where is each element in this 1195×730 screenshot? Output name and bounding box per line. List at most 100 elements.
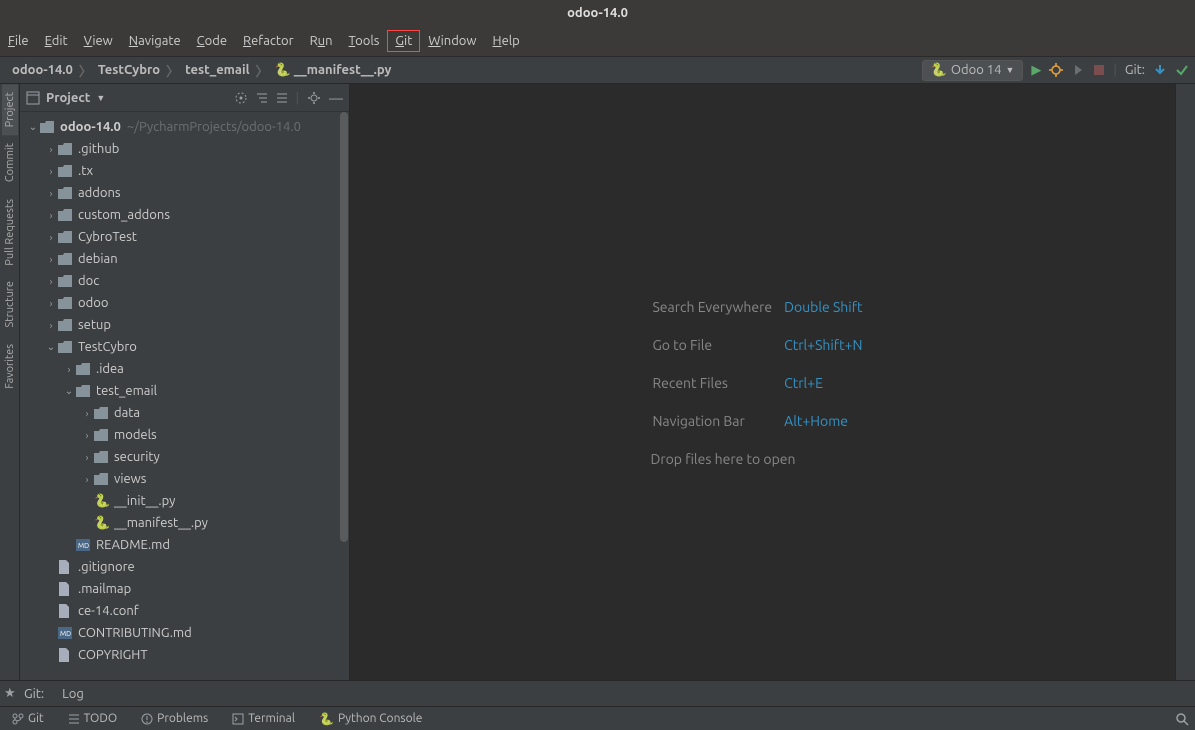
tree-row[interactable]: › custom_addons: [20, 204, 349, 226]
breadcrumb-sep: 〉: [256, 61, 269, 80]
left-tab-favorites[interactable]: Favorites: [2, 336, 18, 397]
tree-row[interactable]: ›addons: [20, 182, 349, 204]
tree-row[interactable]: .gitignore: [20, 556, 349, 578]
git-pull-icon[interactable]: [1153, 63, 1167, 77]
hide-icon[interactable]: —: [329, 90, 343, 106]
tree-label: views: [114, 472, 146, 486]
tree-arrow-icon[interactable]: ›: [44, 144, 58, 155]
expand-all-icon[interactable]: [256, 92, 268, 104]
tree-row[interactable]: ›models: [20, 424, 349, 446]
status-tool-problems[interactable]: Problems: [135, 710, 214, 727]
tree-row[interactable]: MDCONTRIBUTING.md: [20, 622, 349, 644]
tree-row[interactable]: ⌄test_email: [20, 380, 349, 402]
git-tool-label[interactable]: Git:: [24, 687, 44, 701]
tree-row[interactable]: ›data: [20, 402, 349, 424]
breadcrumb-item[interactable]: odoo-14.0: [6, 63, 79, 77]
status-search-icon[interactable]: [1175, 712, 1189, 726]
tree-arrow-icon[interactable]: ›: [44, 298, 58, 309]
locate-icon[interactable]: [234, 91, 248, 105]
tree-row[interactable]: ›debian: [20, 248, 349, 270]
tree-arrow-icon[interactable]: ⌄: [44, 341, 58, 353]
editor-area[interactable]: Search EverywhereDouble ShiftGo to FileC…: [350, 84, 1175, 680]
menu-view[interactable]: View: [76, 30, 121, 52]
tree-arrow-icon[interactable]: ›: [62, 364, 76, 375]
tree-row[interactable]: ›.github: [20, 138, 349, 160]
tree-row[interactable]: ›CybroTest: [20, 226, 349, 248]
menu-navigate[interactable]: Navigate: [121, 30, 189, 52]
status-tool-terminal[interactable]: Terminal: [226, 710, 301, 727]
tree-arrow-icon[interactable]: ›: [44, 188, 58, 199]
status-tool-python-console[interactable]: 🐍Python Console: [313, 710, 428, 728]
left-tab-structure[interactable]: Structure: [2, 273, 18, 336]
tree-arrow-icon[interactable]: ⌄: [26, 121, 40, 133]
status-tool-git[interactable]: Git: [6, 710, 50, 727]
tree-arrow-icon[interactable]: ›: [80, 408, 94, 419]
run-icon[interactable]: ▶: [1031, 63, 1041, 78]
stop-icon[interactable]: [1093, 64, 1105, 76]
folder-icon: [94, 451, 110, 463]
tree-arrow-icon[interactable]: ›: [44, 254, 58, 265]
tree-row[interactable]: ›doc: [20, 270, 349, 292]
tree-row[interactable]: MDREADME.md: [20, 534, 349, 556]
terminal-icon: [232, 713, 244, 725]
welcome-shortcut: Alt+Home: [784, 403, 872, 439]
tree-row[interactable]: 🐍__init__.py: [20, 490, 349, 512]
tree-arrow-icon[interactable]: ›: [44, 232, 58, 243]
welcome-row: Search EverywhereDouble Shift: [652, 289, 872, 325]
tree-row[interactable]: ›.tx: [20, 160, 349, 182]
tree-row[interactable]: ›odoo: [20, 292, 349, 314]
tree-arrow-icon[interactable]: ›: [44, 166, 58, 177]
breadcrumbs[interactable]: odoo-14.0〉TestCybro〉test_email〉🐍 __manif…: [6, 61, 397, 80]
project-tree[interactable]: ⌄odoo-14.0~/PycharmProjects/odoo-14.0›.g…: [20, 112, 349, 680]
tree-scroll-thumb[interactable]: [340, 112, 348, 542]
menu-refactor[interactable]: Refactor: [235, 30, 302, 52]
file-icon: [58, 604, 74, 618]
menu-code[interactable]: Code: [189, 30, 235, 52]
menu-window[interactable]: Window: [420, 30, 484, 52]
menu-run[interactable]: Run: [302, 30, 341, 52]
left-tab-pull-requests[interactable]: Pull Requests: [2, 191, 18, 274]
status-tool-todo[interactable]: TODO: [62, 710, 124, 727]
tree-row[interactable]: › views: [20, 468, 349, 490]
menu-file[interactable]: File: [0, 30, 37, 52]
collapse-all-icon[interactable]: [276, 92, 288, 104]
tree-row[interactable]: ⌄odoo-14.0~/PycharmProjects/odoo-14.0: [20, 116, 349, 138]
tree-row[interactable]: ›setup: [20, 314, 349, 336]
tree-arrow-icon[interactable]: ›: [44, 276, 58, 287]
menu-edit[interactable]: Edit: [37, 30, 76, 52]
project-panel-title[interactable]: Project ▼: [26, 91, 105, 105]
left-tab-project[interactable]: Project: [2, 84, 18, 135]
run-config-selector[interactable]: 🐍 Odoo 14 ▼: [922, 60, 1024, 81]
tree-row[interactable]: ce-14.conf: [20, 600, 349, 622]
breadcrumb-item[interactable]: 🐍 __manifest__.py: [269, 63, 398, 78]
git-log-tab[interactable]: Log: [62, 687, 84, 701]
menubar: FileEditViewNavigateCodeRefactorRunTools…: [0, 26, 1195, 56]
tree-row[interactable]: ›.idea: [20, 358, 349, 380]
tree-arrow-icon[interactable]: ›: [44, 320, 58, 331]
tree-label: custom_addons: [78, 208, 170, 222]
tree-row[interactable]: COPYRIGHT: [20, 644, 349, 666]
debug-icon[interactable]: [1049, 63, 1063, 77]
tree-row[interactable]: ›security: [20, 446, 349, 468]
gear-icon[interactable]: [307, 91, 321, 105]
tree-arrow-icon[interactable]: ⌄: [62, 385, 76, 397]
tree-row[interactable]: 🐍__manifest__.py: [20, 512, 349, 534]
run-config-label: Odoo 14: [951, 63, 1002, 77]
tree-arrow-icon[interactable]: ›: [80, 452, 94, 463]
menu-git[interactable]: Git: [387, 30, 420, 52]
tree-arrow-icon[interactable]: ›: [44, 210, 58, 221]
menu-help[interactable]: Help: [485, 30, 528, 52]
git-commit-icon[interactable]: [1175, 63, 1189, 77]
run-coverage-icon[interactable]: [1071, 63, 1085, 77]
breadcrumb-item[interactable]: test_email: [179, 63, 255, 77]
tree-arrow-icon[interactable]: ›: [80, 474, 94, 485]
left-tab-commit[interactable]: Commit: [2, 135, 18, 190]
star-icon[interactable]: ★: [4, 686, 16, 701]
tree-arrow-icon[interactable]: ›: [80, 430, 94, 441]
python-icon: 🐍: [319, 712, 334, 726]
tree-row[interactable]: ⌄TestCybro: [20, 336, 349, 358]
tree-row[interactable]: .mailmap: [20, 578, 349, 600]
breadcrumb-item[interactable]: TestCybro: [92, 63, 166, 77]
menu-tools[interactable]: Tools: [341, 30, 388, 52]
tree-scrollbar[interactable]: [339, 112, 349, 680]
